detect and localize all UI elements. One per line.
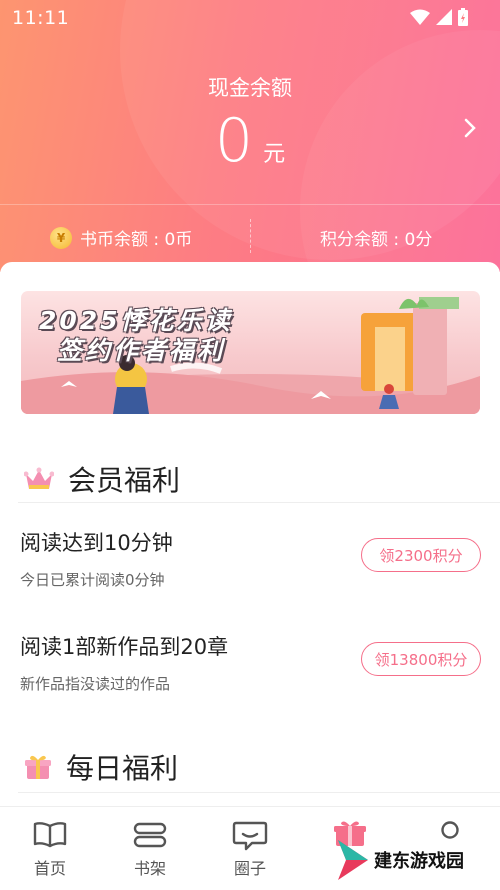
tab-bookshelf[interactable]: 书架 (110, 815, 190, 879)
status-time: 11:11 (12, 7, 70, 29)
coin-icon: ¥ (50, 226, 72, 249)
divider (18, 502, 500, 503)
cash-amount: 0 (214, 106, 254, 176)
status-icons (410, 8, 468, 26)
claim-points-button[interactable]: 领2300积分 (361, 538, 481, 572)
tab-circle[interactable]: 圈子 (210, 815, 290, 879)
section-title: 每日福利 (66, 752, 179, 785)
balance-summary: ¥ 书币余额 : 0币 积分余额 : 0分 (0, 204, 500, 269)
points-balance[interactable]: 积分余额 : 0分 (320, 225, 432, 250)
tab-label: 圈子 (233, 859, 266, 878)
book-open-icon (33, 822, 67, 848)
tab-label: 首页 (33, 859, 66, 878)
watermark: 建东游戏园 (336, 838, 464, 882)
coin-balance[interactable]: ¥ 书币余额 : 0币 (50, 225, 192, 250)
divider (18, 792, 500, 793)
watermark-text: 建东游戏园 (374, 851, 464, 872)
tab-label: 书架 (133, 859, 166, 878)
banner-subtitle: 签约作者福利 (57, 336, 226, 365)
bookshelf-icon (133, 822, 167, 848)
cash-balance[interactable]: 0元 (0, 108, 500, 174)
gift-icon (25, 755, 51, 779)
daily-benefits-header: 每日福利 (24, 747, 178, 787)
task-subtitle: 今日已累计阅读0分钟 (20, 571, 165, 589)
member-benefits-header: 会员福利 (24, 459, 180, 499)
status-bar: 11:11 (0, 0, 500, 34)
cash-balance-label: 现金余额 (208, 76, 292, 100)
battery-charging-icon (458, 8, 468, 26)
claim-points-button[interactable]: 领13800积分 (361, 642, 481, 676)
task-subtitle: 新作品指没读过的作品 (20, 675, 171, 693)
watermark-logo-icon (338, 840, 368, 880)
main-content: 2025悸花乐读 签约作者福利 会员福利 阅读达到10分钟 今日已累计阅读0分钟… (0, 262, 500, 817)
crown-icon (24, 467, 54, 489)
wifi-icon (410, 9, 430, 25)
wallet-header: 11:11 现金余额 0元 ¥ 书币余额 : 0币 积分余额 : 0分 (0, 0, 500, 272)
section-title: 会员福利 (68, 464, 181, 497)
divider (250, 219, 251, 253)
signal-icon (436, 9, 452, 25)
chevron-right-icon[interactable] (458, 114, 482, 142)
promo-banner[interactable]: 2025悸花乐读 签约作者福利 (21, 291, 480, 414)
chat-bubble-icon (232, 821, 268, 851)
cash-unit: 元 (263, 142, 286, 167)
coin-balance-text: 书币余额 : 0币 (80, 230, 193, 250)
tab-home[interactable]: 首页 (10, 815, 90, 879)
